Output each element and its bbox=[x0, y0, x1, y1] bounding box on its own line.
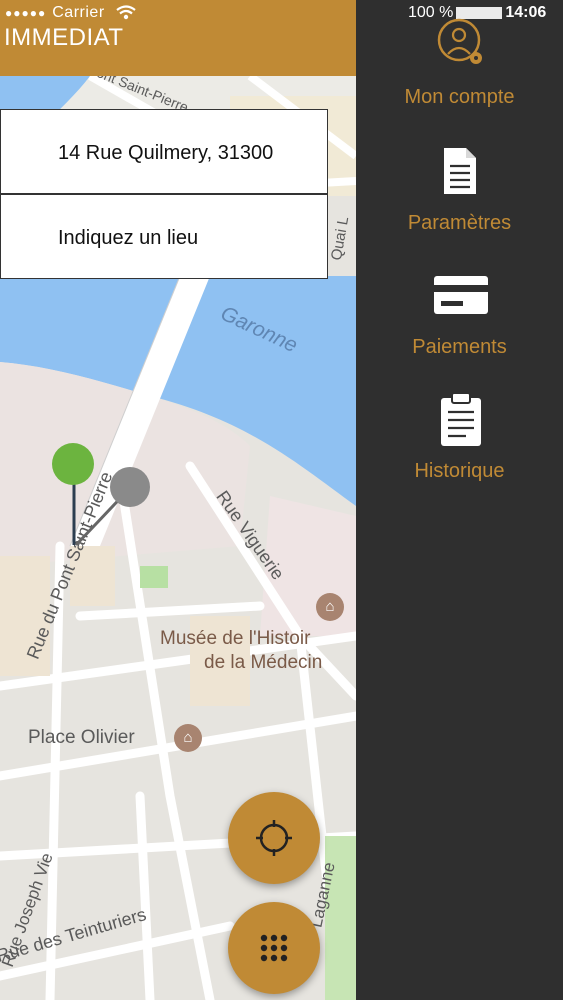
menu-item-paiements[interactable]: Paiements bbox=[356, 274, 563, 362]
menu-item-label: Mon compte bbox=[404, 86, 515, 108]
clipboard-icon bbox=[441, 392, 481, 446]
battery-icon bbox=[456, 6, 503, 19]
grid-menu-button[interactable] bbox=[228, 902, 320, 994]
status-bar-left: ●●●●● Carrier bbox=[5, 4, 136, 22]
menu-item-mon-compte[interactable]: Mon compte bbox=[356, 18, 563, 118]
menu-item-parametres[interactable]: Paramètres bbox=[356, 146, 563, 238]
locate-me-button[interactable] bbox=[228, 792, 320, 884]
current-position-pin-icon bbox=[110, 467, 150, 507]
main-screen: Garonne Rue du Pont Saint-Pierre Rue Vig… bbox=[0, 0, 356, 1000]
menu-item-label: Paramètres bbox=[407, 212, 512, 234]
destination-address-field[interactable]: Indiquez un lieu bbox=[0, 194, 328, 279]
credit-card-icon bbox=[434, 276, 488, 314]
signal-strength-icon: ●●●●● bbox=[5, 6, 47, 20]
grid-dots-icon bbox=[260, 934, 288, 962]
side-menu: 100 % 14:06 Mon compte Paramètres Paiemen… bbox=[356, 0, 563, 1000]
wifi-icon bbox=[115, 5, 136, 20]
document-icon bbox=[444, 148, 476, 194]
carrier-label: Carrier bbox=[52, 4, 105, 21]
account-gear-icon bbox=[437, 18, 482, 64]
menu-item-label: Historique bbox=[414, 460, 505, 482]
crosshair-icon bbox=[256, 820, 292, 856]
menu-item-label: Paiements bbox=[412, 336, 507, 358]
destination-placeholder: Indiquez un lieu bbox=[58, 227, 199, 249]
page-title: IMMEDIAT bbox=[4, 24, 124, 51]
menu-item-historique[interactable]: Historique bbox=[356, 392, 563, 492]
app-header: ●●●●● Carrier IMMEDIAT bbox=[0, 0, 356, 76]
origin-address-value: 14 Rue Quilmery, 31300 bbox=[58, 142, 274, 164]
origin-pin-icon bbox=[52, 443, 94, 485]
origin-address-field[interactable]: 14 Rue Quilmery, 31300 bbox=[0, 109, 328, 194]
